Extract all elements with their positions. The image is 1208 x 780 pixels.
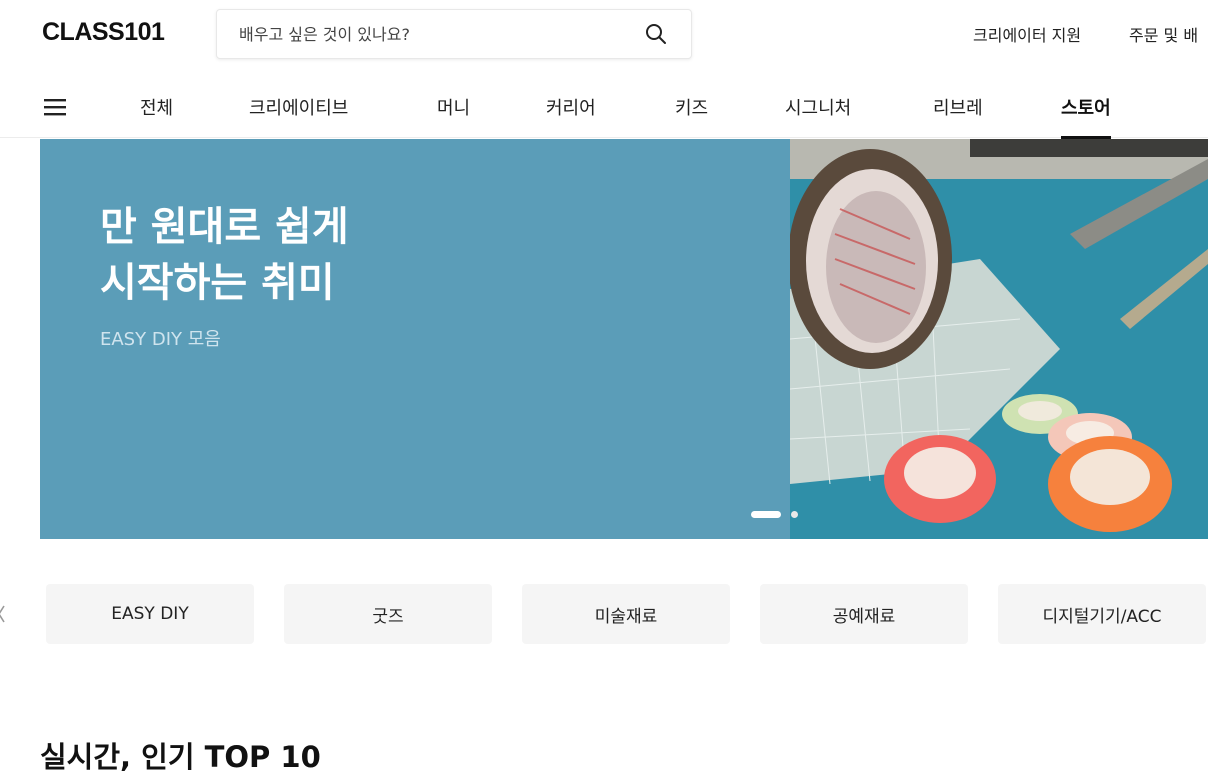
top-header: CLASS101 크리에이터 지원 주문 및 배: [0, 0, 1208, 68]
tab-kids[interactable]: 키즈: [675, 94, 708, 138]
logo[interactable]: CLASS101: [42, 18, 165, 47]
chevron-left-icon[interactable]: [0, 604, 6, 628]
carousel-dot-active[interactable]: [751, 511, 781, 518]
chip-easy-diy[interactable]: EASY DIY: [46, 584, 254, 644]
hamburger-menu-icon[interactable]: [44, 97, 66, 121]
tab-libre[interactable]: 리브레: [933, 94, 983, 138]
tab-all[interactable]: 전체: [140, 94, 173, 138]
chip-art-supplies[interactable]: 미술재료: [522, 584, 730, 644]
creator-support-link[interactable]: 크리에이터 지원: [973, 22, 1081, 46]
category-nav: 전체 크리에이티브 머니 커리어 키즈 시그니처 리브레 스토어: [0, 80, 1208, 139]
chip-goods[interactable]: 굿즈: [284, 584, 492, 644]
banner-title: 만 원대로 쉽게 시작하는 취미: [100, 204, 349, 306]
search-box[interactable]: [216, 9, 692, 59]
banner-image: [790, 139, 1208, 539]
orders-link[interactable]: 주문 및 배: [1129, 22, 1198, 46]
hero-banner[interactable]: 만 원대로 쉽게 시작하는 취미 EASY DIY 모음: [40, 139, 1208, 539]
chip-digital-acc[interactable]: 디지털기기/ACC: [998, 584, 1206, 644]
section-title-top10: 실시간, 인기 TOP 10: [40, 740, 321, 774]
search-icon[interactable]: [645, 23, 667, 49]
chip-craft-supplies[interactable]: 공예재료: [760, 584, 968, 644]
tab-creative[interactable]: 크리에이티브: [249, 94, 348, 138]
tab-signature[interactable]: 시그니처: [785, 94, 851, 138]
banner-subtitle: EASY DIY 모음: [100, 329, 221, 350]
tab-money[interactable]: 머니: [437, 94, 470, 138]
tab-store[interactable]: 스토어: [1061, 94, 1111, 139]
tab-career[interactable]: 커리어: [546, 94, 596, 138]
carousel-dot[interactable]: [791, 511, 798, 518]
banner-text-panel: 만 원대로 쉽게 시작하는 취미 EASY DIY 모음: [40, 139, 790, 539]
search-input[interactable]: [218, 11, 628, 57]
